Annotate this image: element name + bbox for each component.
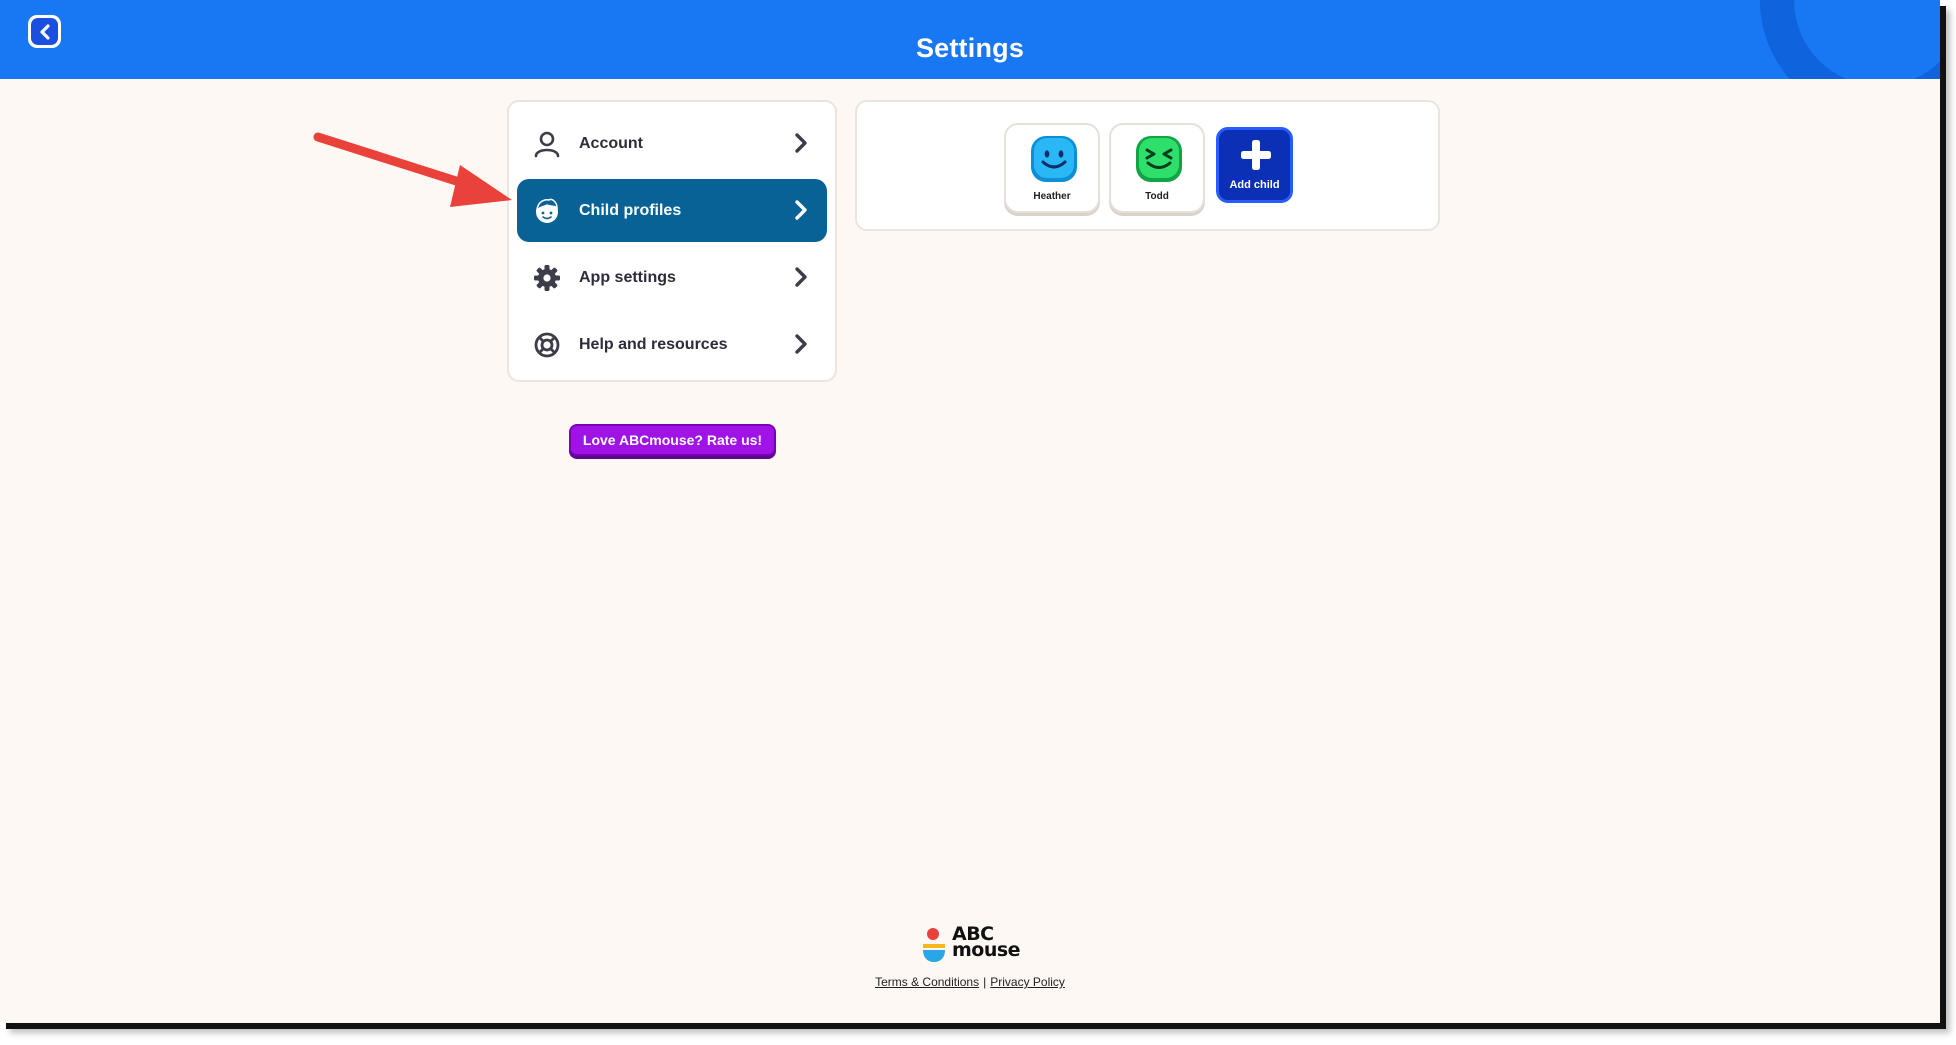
logo-text: ABC mouse xyxy=(952,923,1021,961)
link-separator: | xyxy=(983,975,987,989)
chevron-right-icon xyxy=(795,133,807,153)
settings-menu: Account Child profiles App settings Help… xyxy=(507,100,837,382)
page-title: Settings xyxy=(915,33,1025,63)
rate-us-button[interactable]: Love ABCmouse? Rate us! xyxy=(569,424,776,456)
profile-card-heather[interactable]: Heather xyxy=(1004,123,1100,213)
add-child-label: Add child xyxy=(1229,179,1280,191)
menu-item-label: Child profiles xyxy=(579,201,682,219)
profile-card-todd[interactable]: Todd xyxy=(1109,123,1205,213)
profile-name: Heather xyxy=(1033,191,1071,202)
chevron-right-icon xyxy=(795,267,807,287)
blue-smile-face-icon xyxy=(1031,136,1077,182)
chevron-right-icon xyxy=(795,334,807,354)
gear-icon xyxy=(531,262,563,294)
child-profiles-panel: Heather Todd Add child xyxy=(855,100,1440,231)
child-face-icon xyxy=(531,195,563,227)
header-bar: Settings xyxy=(0,0,1940,79)
plus-icon xyxy=(1241,140,1271,170)
abcmouse-logo-mark xyxy=(923,928,945,962)
menu-item-child-profiles[interactable]: Child profiles xyxy=(517,179,827,242)
menu-item-app-settings[interactable]: App settings xyxy=(517,246,827,309)
app-window: Settings Account Child profiles App sett… xyxy=(0,0,1940,1023)
menu-item-help-and-resources[interactable]: Help and resources xyxy=(517,313,827,376)
menu-item-label: App settings xyxy=(579,268,676,286)
privacy-link[interactable]: Privacy Policy xyxy=(990,975,1065,989)
menu-item-account[interactable]: Account xyxy=(517,112,827,175)
green-wink-face-icon xyxy=(1136,136,1182,182)
abcmouse-logo: ABC mouse xyxy=(921,923,1025,966)
annotation-arrow-icon xyxy=(313,132,512,207)
menu-item-label: Account xyxy=(579,134,643,152)
legal-links: Terms & Conditions | Privacy Policy xyxy=(0,975,1940,989)
chevron-right-icon xyxy=(795,200,807,220)
menu-item-label: Help and resources xyxy=(579,335,728,353)
add-child-button[interactable]: Add child xyxy=(1216,127,1293,203)
terms-link[interactable]: Terms & Conditions xyxy=(875,975,979,989)
user-icon xyxy=(531,128,563,160)
profile-name: Todd xyxy=(1145,191,1169,202)
lifebuoy-icon xyxy=(531,329,563,361)
